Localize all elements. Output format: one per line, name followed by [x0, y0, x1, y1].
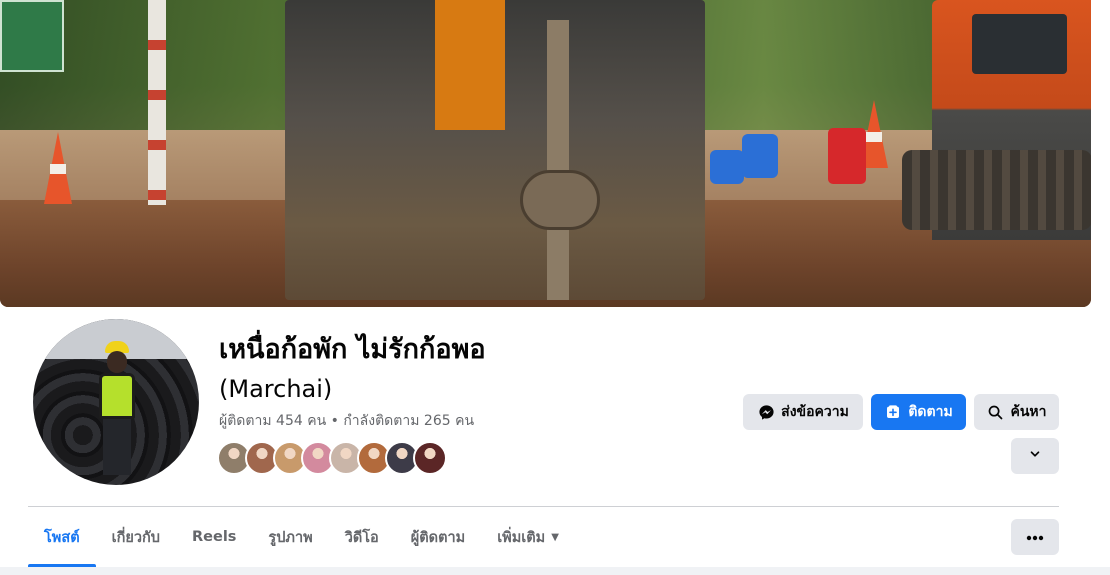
excavator — [902, 0, 1091, 240]
profile-alternate-name: (Marchai) — [219, 375, 333, 403]
follow-button[interactable]: ติดตาม — [871, 394, 966, 430]
blue-barrel — [710, 150, 744, 184]
search-button[interactable]: ค้นหา — [974, 394, 1059, 430]
caret-down-icon: ▼ — [551, 531, 559, 543]
follow-stats: ผู้ติดตาม 454 คน • กำลังติดตาม 265 คน — [219, 411, 474, 431]
following-link[interactable]: กำลังติดตาม 265 คน — [343, 413, 474, 429]
follower-avatar[interactable] — [413, 441, 447, 475]
blue-barrel — [742, 134, 778, 178]
profile-tabs: โพสต์ เกี่ยวกับ Reels รูปภาพ วิดีโอ ผู้ต… — [28, 507, 575, 567]
tab-videos[interactable]: วิดีโอ — [329, 507, 395, 567]
tab-followers[interactable]: ผู้ติดตาม — [395, 507, 481, 567]
followers-link[interactable]: ผู้ติดตาม 454 คน — [219, 413, 326, 429]
ellipsis-icon — [1026, 529, 1044, 545]
traffic-cone — [44, 132, 72, 204]
tab-reels[interactable]: Reels — [176, 507, 252, 567]
tab-more[interactable]: เพิ่มเติม ▼ — [481, 507, 575, 567]
safety-vest — [99, 373, 135, 419]
drilling-machine — [285, 0, 705, 300]
follower-avatars[interactable] — [217, 441, 447, 475]
cover-pole — [148, 0, 166, 205]
message-button[interactable]: ส่งข้อความ — [743, 394, 863, 430]
expand-profile-button[interactable] — [1011, 438, 1059, 474]
tab-photos[interactable]: รูปภาพ — [252, 507, 328, 567]
chevron-down-icon — [1028, 447, 1042, 465]
profile-avatar[interactable] — [30, 316, 202, 488]
avatar-photo — [33, 319, 199, 485]
stats-separator: • — [330, 413, 339, 429]
red-barrel — [828, 128, 866, 184]
follow-plus-icon — [884, 403, 902, 421]
page-background-strip — [0, 567, 1110, 575]
tab-about[interactable]: เกี่ยวกับ — [96, 507, 176, 567]
tab-posts[interactable]: โพสต์ — [28, 507, 96, 567]
profile-name: เหนื่อก้อพัก ไม่รักก้อพอ — [219, 334, 486, 365]
cover-sign — [0, 0, 64, 72]
messenger-icon — [757, 403, 775, 421]
search-icon — [986, 403, 1004, 421]
cover-photo[interactable] — [0, 0, 1091, 307]
tab-options-button[interactable] — [1011, 519, 1059, 555]
